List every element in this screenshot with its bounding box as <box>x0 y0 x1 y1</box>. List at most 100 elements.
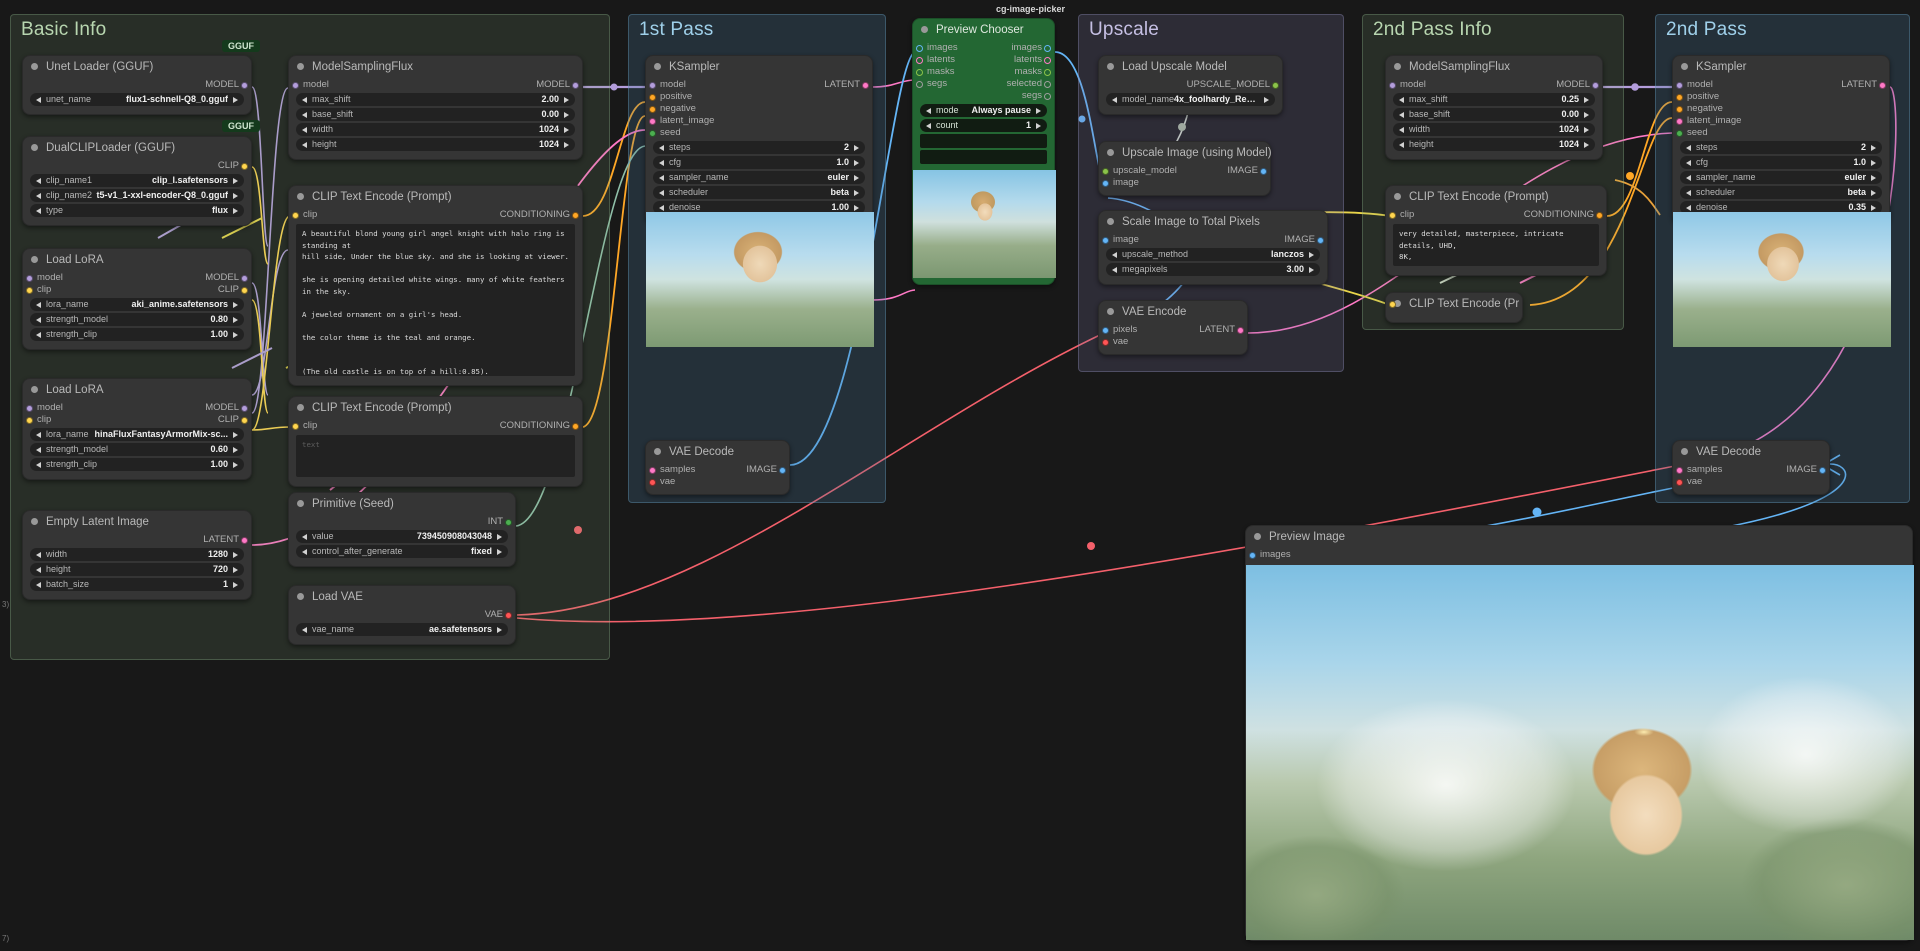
increment-arrow-icon[interactable] <box>1584 111 1589 118</box>
widget-height[interactable]: height 1024 <box>1393 138 1595 151</box>
decrement-arrow-icon[interactable] <box>36 301 41 308</box>
slot-clip[interactable]: clip CONDITIONING <box>289 209 582 221</box>
port-vae-in[interactable] <box>1102 338 1109 346</box>
increment-arrow-icon[interactable] <box>1871 204 1876 211</box>
node-header-clip-text-encode-negative-2[interactable]: CLIP Text Encode (Pr <box>1386 293 1522 314</box>
port-image-out[interactable] <box>779 466 786 474</box>
decrement-arrow-icon[interactable] <box>36 566 41 573</box>
node-vae-decode-1[interactable]: VAE Decode samples IMAGE vae <box>645 440 790 495</box>
decrement-arrow-icon[interactable] <box>36 431 41 438</box>
port-model-in[interactable] <box>649 81 656 89</box>
slot-latent-image[interactable]: latent_image <box>646 115 872 127</box>
collapse-dot-icon[interactable] <box>1394 63 1401 70</box>
node-header-scale-image-to-total-pixels[interactable]: Scale Image to Total Pixels <box>1099 211 1327 232</box>
port-positive-in[interactable] <box>1676 93 1683 101</box>
decrement-arrow-icon[interactable] <box>302 626 307 633</box>
widget-clip-name2[interactable]: clip_name2 t5-v1_1-xxl-encoder-Q8_0.gguf <box>30 189 244 202</box>
node-header-load-lora-2[interactable]: Load LoRA <box>23 379 251 400</box>
port-segs-in[interactable] <box>916 80 923 88</box>
node-header-load-vae[interactable]: Load VAE <box>289 586 515 607</box>
port-image-in[interactable] <box>1102 179 1109 187</box>
node-load-upscale-model[interactable]: Load Upscale Model UPSCALE_MODEL model_n… <box>1098 55 1283 115</box>
port-clip-out[interactable] <box>241 286 248 294</box>
decrement-arrow-icon[interactable] <box>1686 189 1691 196</box>
port-clip-in[interactable] <box>292 211 299 219</box>
widget-max-shift[interactable]: max_shift 0.25 <box>1393 93 1595 106</box>
port-conditioning-out[interactable] <box>1596 211 1603 219</box>
collapse-dot-icon[interactable] <box>1107 218 1114 225</box>
increment-arrow-icon[interactable] <box>854 159 859 166</box>
node-header-upscale-image-using-model[interactable]: Upscale Image (using Model) <box>1099 142 1272 163</box>
decrement-arrow-icon[interactable] <box>302 548 307 555</box>
widget-lora-name[interactable]: lora_name aki_anime.safetensors <box>30 298 244 311</box>
increment-arrow-icon[interactable] <box>564 96 569 103</box>
widget-blank-2[interactable] <box>920 150 1047 164</box>
port-clip-in[interactable] <box>26 416 33 424</box>
port-selected-out[interactable] <box>1044 80 1051 88</box>
increment-arrow-icon[interactable] <box>497 626 502 633</box>
increment-arrow-icon[interactable] <box>1036 122 1041 129</box>
node-clip-text-encode-negative-2[interactable]: CLIP Text Encode (Pr <box>1385 292 1523 323</box>
decrement-arrow-icon[interactable] <box>302 141 307 148</box>
increment-arrow-icon[interactable] <box>854 204 859 211</box>
node-header-model-sampling-flux-1[interactable]: ModelSamplingFlux <box>289 56 582 77</box>
node-header-clip-text-encode-positive-1[interactable]: CLIP Text Encode (Prompt) <box>289 186 582 207</box>
widget-clip-name1[interactable]: clip_name1 clip_l.safetensors <box>30 174 244 187</box>
node-ksampler-1[interactable]: KSampler model LATENT positive negative … <box>645 55 874 347</box>
port-latents-out[interactable] <box>1044 56 1051 64</box>
node-primitive-seed[interactable]: Primitive (Seed) INT value 7394509080430… <box>288 492 516 567</box>
slot-negative[interactable]: negative <box>646 103 872 115</box>
collapse-dot-icon[interactable] <box>31 144 38 151</box>
node-header-vae-decode-2[interactable]: VAE Decode <box>1673 441 1829 462</box>
slot-clip[interactable]: clip CONDITIONING <box>1386 209 1606 221</box>
prompt-textarea-positive-2[interactable]: very detailed, masterpiece, intricate de… <box>1393 224 1599 266</box>
port-clip-in[interactable] <box>26 286 33 294</box>
widget-megapixels[interactable]: megapixels 3.00 <box>1106 263 1320 276</box>
port-model-in[interactable] <box>1676 81 1683 89</box>
node-header-ksampler-1[interactable]: KSampler <box>646 56 872 77</box>
widget-height[interactable]: height 720 <box>30 563 244 576</box>
slot-vae-out[interactable]: VAE <box>289 609 515 621</box>
node-header-primitive-seed[interactable]: Primitive (Seed) <box>289 493 515 514</box>
node-clip-text-encode-positive-2[interactable]: CLIP Text Encode (Prompt) clip CONDITION… <box>1385 185 1607 276</box>
widget-steps[interactable]: steps 2 <box>1680 141 1882 154</box>
node-header-unet-loader[interactable]: Unet Loader (GGUF) <box>23 56 251 77</box>
widget-base-shift[interactable]: base_shift 0.00 <box>296 108 575 121</box>
increment-arrow-icon[interactable] <box>854 144 859 151</box>
decrement-arrow-icon[interactable] <box>659 204 664 211</box>
port-upscale-model-out[interactable] <box>1272 81 1279 89</box>
slot-model[interactable]: model MODEL <box>23 272 251 284</box>
slot-positive[interactable]: positive <box>1673 91 1889 103</box>
slot-vae[interactable]: vae <box>1673 476 1829 488</box>
decrement-arrow-icon[interactable] <box>36 446 41 453</box>
slot-clip[interactable]: clip CLIP <box>23 414 251 426</box>
widget-strength-clip[interactable]: strength_clip 1.00 <box>30 328 244 341</box>
slot-masks[interactable]: masks masks <box>913 66 1054 78</box>
increment-arrow-icon[interactable] <box>564 126 569 133</box>
slot-segs-out[interactable]: segs <box>913 90 1054 102</box>
node-clip-text-encode-positive-1[interactable]: CLIP Text Encode (Prompt) clip CONDITION… <box>288 185 583 386</box>
increment-arrow-icon[interactable] <box>854 174 859 181</box>
port-clip-out[interactable] <box>241 416 248 424</box>
increment-arrow-icon[interactable] <box>1584 96 1589 103</box>
port-vae-in[interactable] <box>649 478 656 486</box>
decrement-arrow-icon[interactable] <box>1112 251 1117 258</box>
decrement-arrow-icon[interactable] <box>302 533 307 540</box>
decrement-arrow-icon[interactable] <box>1399 111 1404 118</box>
decrement-arrow-icon[interactable] <box>1112 96 1117 103</box>
slot-clip[interactable]: clip CLIP <box>23 284 251 296</box>
port-positive-in[interactable] <box>649 93 656 101</box>
node-header-dualclip-loader[interactable]: DualCLIPLoader (GGUF) <box>23 137 251 158</box>
widget-steps[interactable]: steps 2 <box>653 141 865 154</box>
prompt-textarea-positive-1[interactable]: A beautiful blond young girl angel knigh… <box>296 224 575 376</box>
slot-model[interactable]: model LATENT <box>646 79 872 91</box>
port-latent-out[interactable] <box>1879 81 1886 89</box>
slot-upscale-model-out[interactable]: UPSCALE_MODEL <box>1099 79 1282 91</box>
increment-arrow-icon[interactable] <box>233 566 238 573</box>
decrement-arrow-icon[interactable] <box>1686 159 1691 166</box>
port-model-out[interactable] <box>241 81 248 89</box>
increment-arrow-icon[interactable] <box>497 533 502 540</box>
port-upscale-model-in[interactable] <box>1102 167 1109 175</box>
increment-arrow-icon[interactable] <box>233 551 238 558</box>
port-negative-in[interactable] <box>649 105 656 113</box>
